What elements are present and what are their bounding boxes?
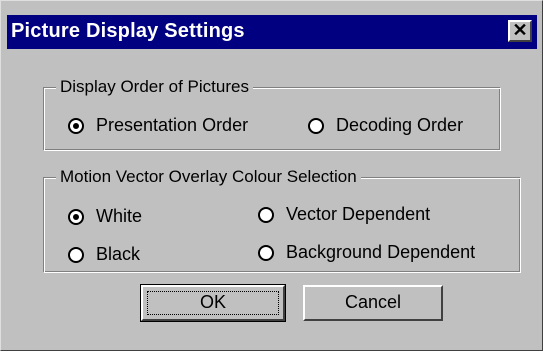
radio-label: Vector Dependent — [286, 204, 431, 224]
radio-label: Background Dependent — [286, 242, 476, 262]
ok-button[interactable]: OK — [140, 284, 286, 322]
radio-black[interactable]: Black — [68, 244, 140, 265]
radio-decoding-order[interactable]: Decoding Order — [308, 115, 463, 136]
radio-label: Presentation Order — [96, 115, 249, 135]
radio-unselected-icon — [258, 244, 274, 261]
radio-unselected-icon — [68, 246, 84, 263]
close-icon: ✕ — [512, 20, 528, 40]
ok-button-label: OK — [199, 292, 226, 312]
close-button[interactable]: ✕ — [508, 20, 532, 42]
radio-selected-icon — [68, 117, 84, 134]
window-title: Picture Display Settings — [11, 20, 245, 42]
radio-label: White — [96, 206, 143, 226]
overlay-colour-group-label: Motion Vector Overlay Colour Selection — [56, 167, 361, 187]
radio-unselected-icon — [258, 206, 274, 223]
radio-background-dependent[interactable]: Background Dependent — [258, 242, 475, 263]
cancel-button[interactable]: Cancel — [303, 285, 443, 321]
display-order-group: Display Order of Pictures Presentation O… — [43, 77, 501, 151]
radio-unselected-icon — [308, 117, 324, 134]
radio-presentation-order[interactable]: Presentation Order — [68, 115, 248, 136]
overlay-colour-group: Motion Vector Overlay Colour Selection W… — [43, 167, 521, 273]
cancel-button-label: Cancel — [344, 292, 402, 312]
radio-selected-icon — [68, 208, 84, 225]
radio-vector-dependent[interactable]: Vector Dependent — [258, 204, 430, 225]
picture-display-settings-dialog: Picture Display Settings ✕ Display Order… — [0, 0, 543, 351]
title-bar[interactable]: Picture Display Settings ✕ — [7, 15, 537, 49]
radio-white[interactable]: White — [68, 206, 142, 227]
radio-label: Decoding Order — [336, 115, 464, 135]
radio-label: Black — [96, 244, 141, 264]
display-order-group-label: Display Order of Pictures — [56, 77, 253, 97]
